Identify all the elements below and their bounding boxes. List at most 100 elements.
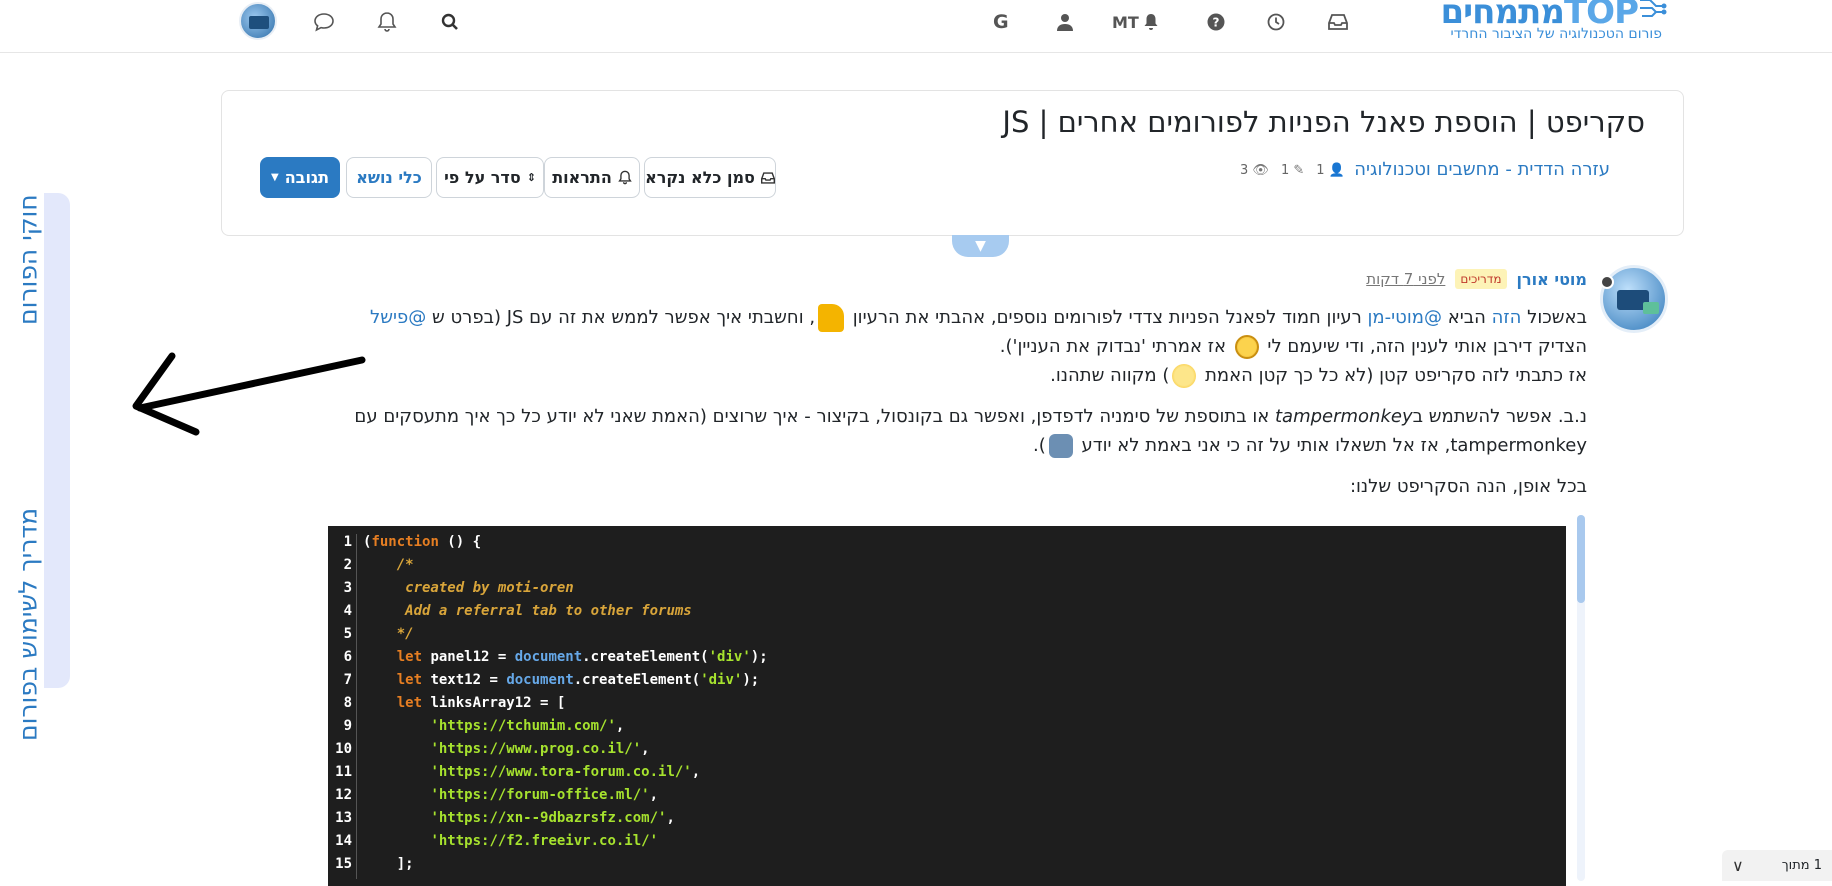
logo-circuit-icon	[1640, 0, 1667, 17]
topic-header: סקריפט | הוספת פאנל הפניות לפורומים אחרי…	[221, 90, 1684, 236]
post-scrollbar[interactable]	[1577, 515, 1585, 881]
tampermonkey-emphasis: tampermonkey	[1274, 406, 1413, 427]
topic-category-link[interactable]: עזרה הדדית - מחשבים וטכנולוגיה	[1354, 159, 1610, 180]
code-line: 6 let panel12 = document.createElement('…	[328, 649, 1566, 672]
line-number: 12	[335, 787, 352, 803]
code-line: 1 (function () {	[328, 534, 1566, 557]
inbox-icon[interactable]	[1328, 8, 1348, 36]
clock-icon[interactable]	[1267, 8, 1285, 36]
thread-link[interactable]: הזה	[1492, 307, 1522, 328]
line-number: 5	[343, 626, 352, 642]
forum-rules-tab[interactable]: חוקי הפורום	[10, 190, 46, 330]
line-number: 6	[343, 649, 352, 665]
inbox-small-icon	[760, 171, 775, 184]
top-navbar: G MT ? מתמחיםTOP פורום הטכנולוגיה של הצי…	[0, 0, 1832, 53]
chevron-down-icon: ▼	[975, 238, 986, 254]
google-icon[interactable]: G	[993, 8, 1009, 36]
line-number: 15	[335, 856, 352, 872]
post-pagination[interactable]: 1 מתוך ∨	[1722, 850, 1832, 881]
chat-icon[interactable]	[313, 8, 335, 36]
notifications-menu[interactable]: MT	[1112, 8, 1159, 36]
bell-outline-icon	[618, 170, 632, 185]
topic-tools-button[interactable]: כלי נושא	[346, 157, 432, 198]
text-span: ) מקווה שתהנו.	[1050, 365, 1170, 386]
code-line: 8 let linksArray12 = [	[328, 695, 1566, 718]
code-line: 14 'https://f2.freeivr.co.il/'	[328, 833, 1566, 856]
line-number: 4	[343, 603, 352, 619]
side-tabs-panel	[44, 193, 70, 688]
line-number: 11	[335, 764, 352, 780]
logo-tagline: פורום הטכנולוגיה של הציבור החרדי	[1450, 26, 1662, 42]
notifications-button[interactable]: התראות	[544, 157, 640, 198]
eye-icon: 👁	[1252, 163, 1269, 178]
search-icon[interactable]	[441, 8, 459, 36]
code-line: 7 let text12 = document.createElement('d…	[328, 672, 1566, 695]
text-span: רעיון חמוד לפאנל הפניות צדדי לפורומים נו…	[847, 307, 1368, 328]
code-line: 12 'https://forum-office.ml/',	[328, 787, 1566, 810]
status-indicator	[1600, 275, 1614, 289]
text-span: , וחשבתי איך אפשר לממש את זה עם JS (בפרט…	[426, 307, 816, 328]
code-line: 13 'https://xn--9dbazrsfz.com/',	[328, 810, 1566, 833]
text-span: באשכול	[1521, 307, 1587, 328]
posters-stat: 1 👤	[1316, 163, 1345, 178]
caret-down-icon[interactable]: ▼	[271, 172, 279, 183]
mark-unread-label: סמן כלא נקרא	[645, 168, 755, 187]
views-stat: 3 👁	[1240, 163, 1269, 178]
line-number: 7	[343, 672, 352, 688]
collapse-header-toggle[interactable]: ▼	[952, 235, 1009, 257]
forum-guide-tab[interactable]: מדריך לשימוש בפורום	[10, 495, 46, 753]
post-author-link[interactable]: מוטי אורן	[1517, 270, 1587, 289]
line-number: 13	[335, 810, 352, 826]
pagination-label: 1 מתוך	[1781, 858, 1822, 873]
post-paragraph-script-intro: בכל אופן, הנה הסקריפט שלנו:	[1349, 476, 1587, 497]
line-number: 8	[343, 695, 352, 711]
help-icon[interactable]: ?	[1207, 8, 1225, 36]
code-block[interactable]: 1 (function () { 2 /* 3 created by moti-o…	[328, 526, 1566, 886]
code-line: 10 'https://www.prog.co.il/',	[328, 741, 1566, 764]
code-line: 15 ];	[328, 856, 1566, 879]
site-logo[interactable]: מתמחיםTOP פורום הטכנולוגיה של הציבור החר…	[1378, 0, 1668, 48]
line-number: 14	[335, 833, 352, 849]
post-paragraph-note: נ.ב. אפשר להשתמש בtampermonkey או בתוספת…	[317, 402, 1587, 460]
reply-button[interactable]: תגובה ▼	[260, 157, 340, 198]
scrollbar-thumb[interactable]	[1577, 515, 1585, 603]
notifications-label: התראות	[552, 168, 612, 187]
topic-title: סקריפט | הוספת פאנל הפניות לפורומים אחרי…	[1002, 105, 1645, 139]
person-icon: 👤	[1328, 163, 1345, 178]
text-span: אז אמרתי 'נבדוק את העניין').	[999, 336, 1232, 357]
line-number: 1	[343, 534, 352, 550]
reply-label: תגובה	[284, 168, 330, 187]
thumbs-up-emoji-icon	[818, 304, 845, 332]
pencil-icon: ✎	[1293, 163, 1305, 178]
user-avatar[interactable]	[239, 2, 277, 40]
user-icon[interactable]	[1057, 8, 1073, 36]
mention-fishel[interactable]: @פישל	[370, 307, 426, 328]
line-number: 2	[343, 557, 352, 573]
user-initials: MT	[1112, 12, 1139, 32]
svg-text:?: ?	[1213, 16, 1220, 30]
post-paragraph-intro: באשכול הזה הביא @מוטי-מן רעיון חמוד לפאנ…	[317, 303, 1587, 390]
group-badge[interactable]: מדריכים	[1455, 269, 1507, 289]
text-span: הצדיק דירבן אותי לענין הזה, ודי שיעמם לי	[1261, 336, 1587, 357]
code-line: 3 created by moti-oren	[328, 580, 1566, 603]
shrug-emoji-icon	[1048, 434, 1073, 458]
line-number: 9	[343, 718, 352, 734]
post-timestamp[interactable]: לפני 7 דקות	[1366, 270, 1445, 288]
text-span: הביא	[1441, 307, 1492, 328]
sort-button[interactable]: ⇕ סדר על פי	[436, 157, 544, 198]
topic-stats: 3 👁 1 ✎ 1 👤	[1240, 163, 1345, 178]
posts-stat: 1 ✎	[1280, 163, 1305, 178]
code-line: 2 /*	[328, 557, 1566, 580]
post-meta: מוטי אורן מדריכים לפני 7 דקות	[1366, 269, 1587, 289]
line-number: 10	[335, 741, 352, 757]
mention-moti-man[interactable]: @מוטי-מן	[1368, 307, 1442, 328]
code-line: 4 Add a referral tab to other forums	[328, 603, 1566, 626]
mark-unread-button[interactable]: סמן כלא נקרא	[644, 157, 776, 198]
code-line: 5 */	[328, 626, 1566, 649]
text-span: נ.ב. אפשר להשתמש ב	[1412, 406, 1587, 427]
double-chevron-down-icon[interactable]: ∨	[1732, 856, 1744, 875]
bell-icon[interactable]	[377, 8, 397, 36]
text-span: אז כתבתי לזה סקריפט קטן (לא כל כך קטן הא…	[1199, 365, 1587, 386]
code-line: 11 'https://www.tora-forum.co.il/',	[328, 764, 1566, 787]
post-content: באשכול הזה הביא @מוטי-מן רעיון חמוד לפאנ…	[317, 303, 1587, 513]
